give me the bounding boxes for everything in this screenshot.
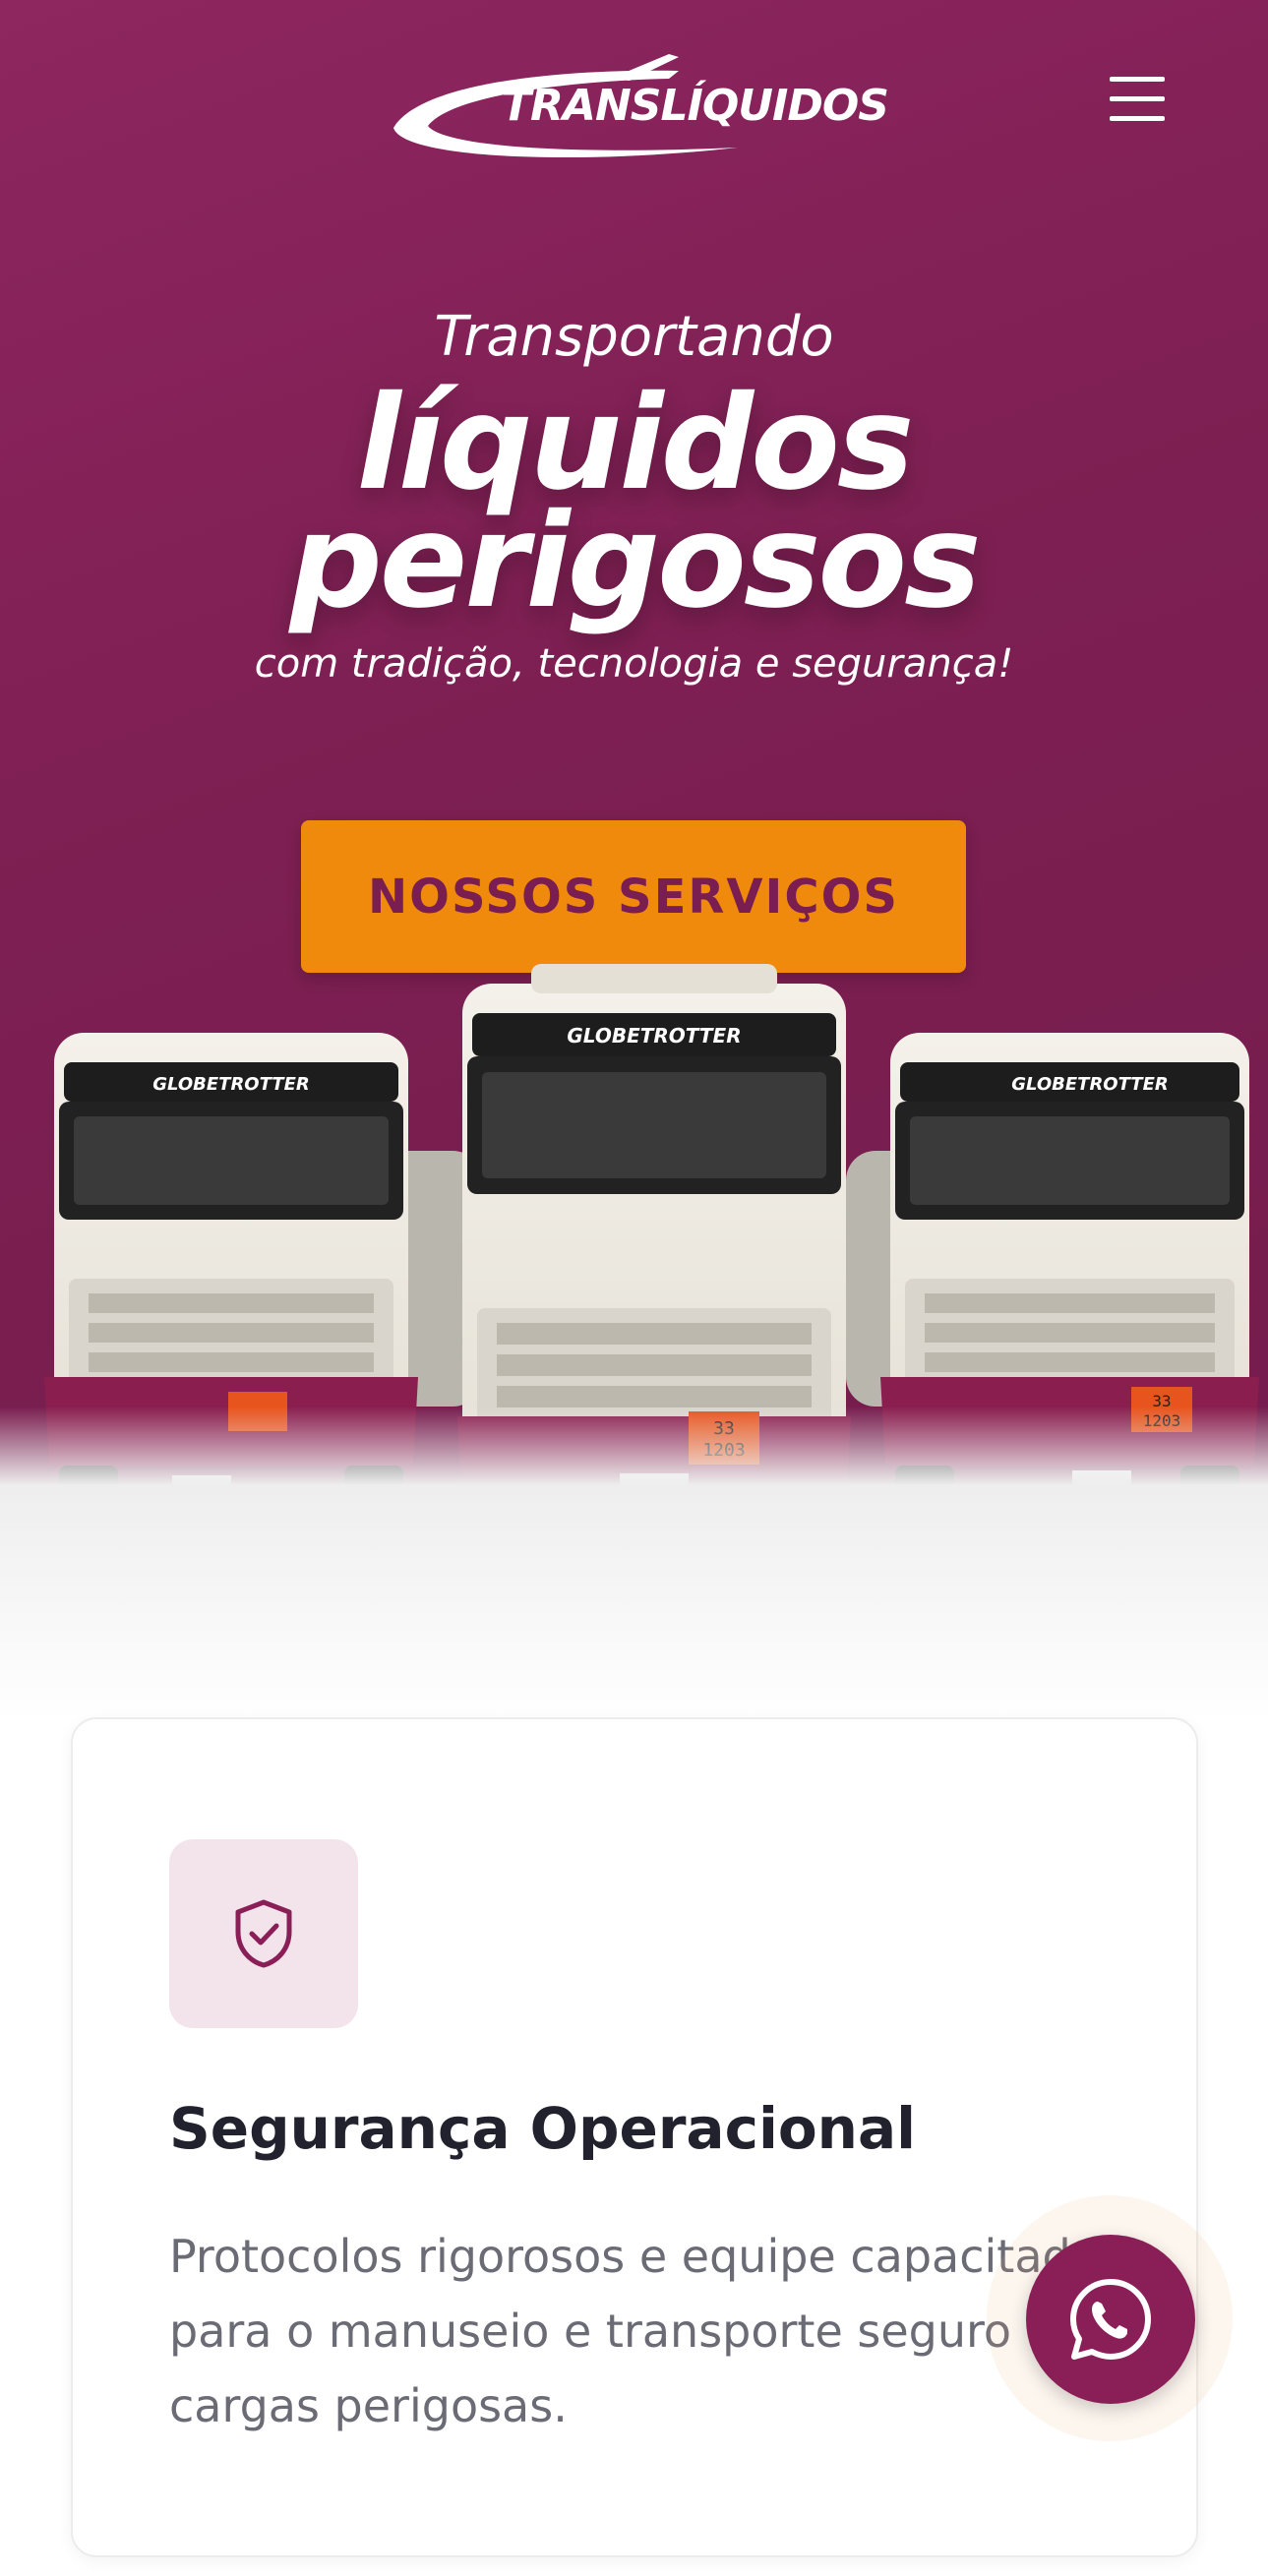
- right-visor-label: GLOBETROTTER: [1011, 1074, 1169, 1095]
- feature-title: Segurança Operacional: [169, 2095, 916, 2162]
- services-button[interactable]: NOSSOS SERVIÇOS: [301, 820, 966, 973]
- hero-line-1: Transportando: [434, 305, 834, 369]
- hero-fade: [0, 1407, 1268, 1721]
- hero-section: TRANSLÍQUIDOS Transportando líquidos per…: [0, 0, 1268, 1554]
- whatsapp-icon: [1070, 2279, 1151, 2360]
- whatsapp-button[interactable]: [1026, 2235, 1195, 2404]
- hamburger-menu-icon[interactable]: [1110, 77, 1165, 126]
- feature-description: Protocolos rigorosos e equipe capacitada…: [169, 2230, 1099, 2432]
- shield-check-icon: [235, 1899, 292, 1968]
- center-visor-label: GLOBETROTTER: [567, 1024, 741, 1048]
- feature-card-safety: Segurança Operacional Protocolos rigoros…: [71, 1717, 1198, 2557]
- feature-icon-box: [169, 1839, 358, 2028]
- left-visor-label: GLOBETROTTER: [152, 1074, 310, 1095]
- brand-logo[interactable]: TRANSLÍQUIDOS: [384, 49, 889, 162]
- hero-tagline: com tradição, tecnologia e segurança!: [254, 641, 1014, 687]
- hero-line-3: perigosos: [289, 486, 981, 637]
- brand-name: TRANSLÍQUIDOS: [502, 81, 889, 131]
